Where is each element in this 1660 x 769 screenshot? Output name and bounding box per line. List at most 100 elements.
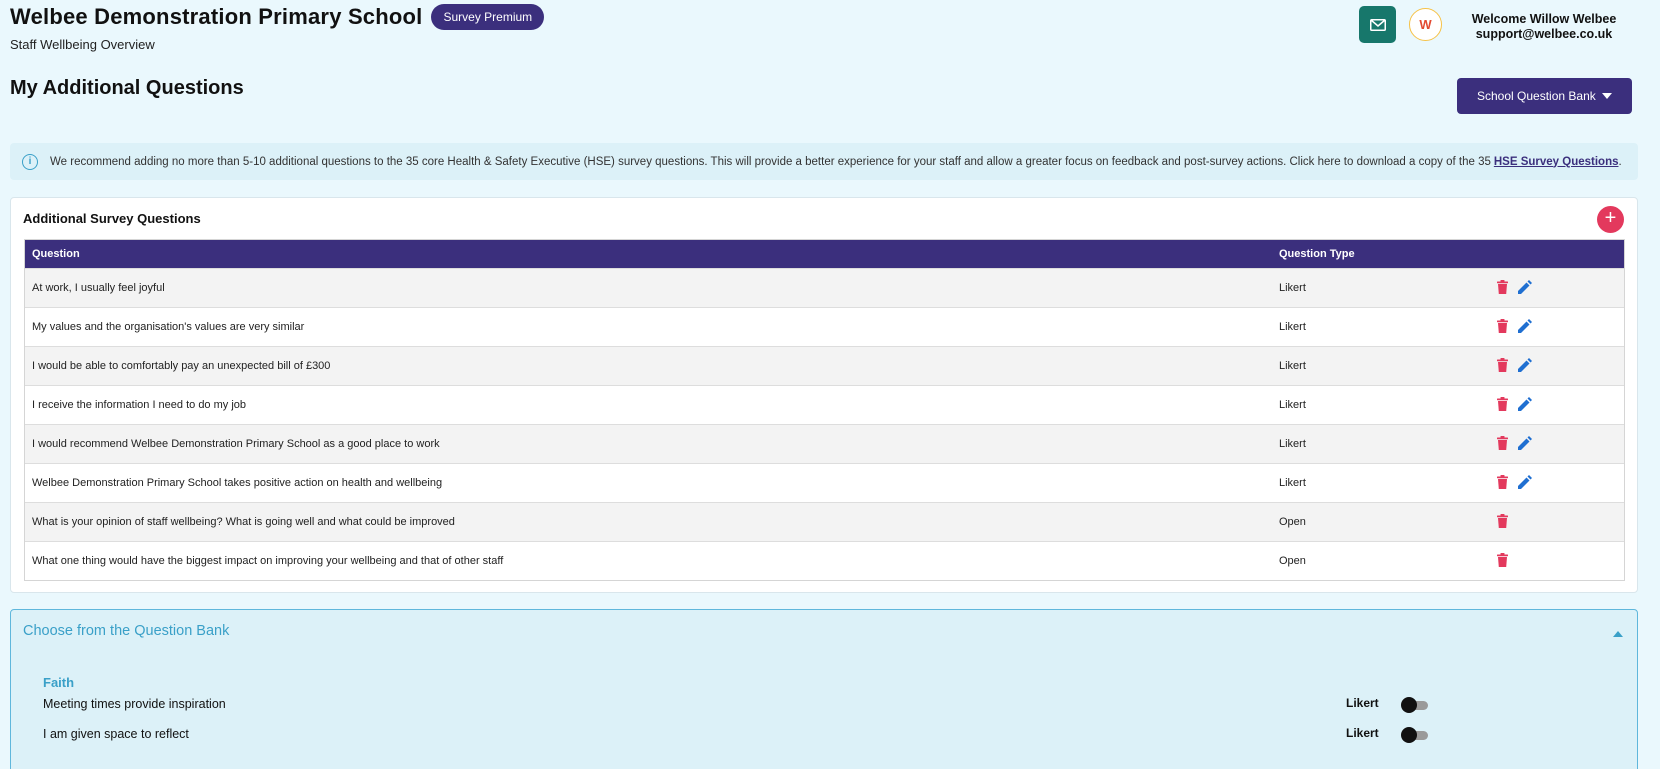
- card-title: Additional Survey Questions: [23, 211, 201, 226]
- bank-question-label: I am given space to reflect: [43, 727, 189, 741]
- table-row: What is your opinion of staff wellbeing?…: [25, 502, 1624, 541]
- list-item: Meeting times provide inspiration Likert: [43, 695, 1443, 715]
- trash-icon: [1497, 279, 1508, 294]
- trash-icon: [1497, 513, 1508, 528]
- page-subtitle: Staff Wellbeing Overview: [10, 37, 155, 52]
- toggle-knob: [1401, 727, 1417, 743]
- include-toggle[interactable]: [1401, 697, 1429, 713]
- delete-button[interactable]: [1497, 318, 1508, 336]
- avatar[interactable]: W: [1409, 8, 1442, 41]
- row-actions: [1497, 357, 1532, 375]
- hse-survey-questions-link[interactable]: HSE Survey Questions: [1494, 156, 1619, 168]
- bank-button-label: School Question Bank: [1477, 89, 1596, 103]
- add-question-button[interactable]: +: [1597, 206, 1624, 233]
- school-header: Welbee Demonstration Primary School Surv…: [10, 4, 545, 30]
- delete-button[interactable]: [1497, 279, 1508, 297]
- plan-badge: Survey Premium: [431, 4, 545, 30]
- question-text: What is your opinion of staff wellbeing?…: [32, 516, 455, 528]
- question-type: Open: [1279, 516, 1306, 528]
- pencil-icon: [1518, 357, 1532, 372]
- bank-question-type: Likert: [1346, 726, 1379, 740]
- table-row: I would be able to comfortably pay an un…: [25, 346, 1624, 385]
- table-row: What one thing would have the biggest im…: [25, 541, 1624, 580]
- delete-button[interactable]: [1497, 513, 1508, 531]
- info-icon: i: [22, 153, 38, 170]
- info-banner: i We recommend adding no more than 5-10 …: [10, 143, 1638, 180]
- trash-icon: [1497, 474, 1508, 489]
- question-bank-panel: Choose from the Question Bank Faith Meet…: [10, 609, 1638, 769]
- list-item: I am given space to reflect Likert: [43, 725, 1443, 745]
- pencil-icon: [1518, 474, 1532, 489]
- questions-table: Question Question Type At work, I usuall…: [24, 239, 1625, 581]
- caret-down-icon: [1602, 93, 1612, 99]
- edit-button[interactable]: [1518, 435, 1532, 453]
- table-row: I receive the information I need to do m…: [25, 385, 1624, 424]
- trash-icon: [1497, 318, 1508, 333]
- row-actions: [1497, 318, 1532, 336]
- edit-button[interactable]: [1518, 357, 1532, 375]
- edit-button[interactable]: [1518, 474, 1532, 492]
- question-type: Likert: [1279, 438, 1306, 450]
- pencil-icon: [1518, 435, 1532, 450]
- trash-icon: [1497, 435, 1508, 450]
- question-text: I would recommend Welbee Demonstration P…: [32, 438, 440, 450]
- column-header-question: Question: [32, 248, 80, 260]
- question-text: I would be able to comfortably pay an un…: [32, 360, 331, 372]
- mail-button[interactable]: [1359, 6, 1396, 43]
- question-text: I receive the information I need to do m…: [32, 399, 247, 411]
- row-actions: [1497, 474, 1532, 492]
- delete-button[interactable]: [1497, 552, 1508, 570]
- question-type: Likert: [1279, 399, 1306, 411]
- question-type: Open: [1279, 555, 1306, 567]
- table-row: My values and the organisation's values …: [25, 307, 1624, 346]
- table-row: Welbee Demonstration Primary School take…: [25, 463, 1624, 502]
- include-toggle[interactable]: [1401, 727, 1429, 743]
- info-text: We recommend adding no more than 5-10 ad…: [50, 156, 1622, 168]
- pencil-icon: [1518, 396, 1532, 411]
- table-header: Question Question Type: [25, 240, 1624, 268]
- trash-icon: [1497, 357, 1508, 372]
- row-actions: [1497, 396, 1532, 414]
- school-question-bank-dropdown[interactable]: School Question Bank: [1457, 78, 1632, 114]
- question-text: Welbee Demonstration Primary School take…: [32, 477, 443, 489]
- pencil-icon: [1518, 318, 1532, 333]
- school-name: Welbee Demonstration Primary School: [10, 4, 423, 29]
- mail-icon: [1369, 18, 1386, 31]
- row-actions: [1497, 435, 1532, 453]
- question-bank-title[interactable]: Choose from the Question Bank: [23, 623, 229, 639]
- bank-question-type: Likert: [1346, 696, 1379, 710]
- table-body: At work, I usually feel joyful Likert My v…: [25, 268, 1624, 580]
- table-row: At work, I usually feel joyful Likert: [25, 268, 1624, 307]
- question-type: Likert: [1279, 477, 1306, 489]
- chevron-up-icon[interactable]: [1613, 631, 1623, 637]
- info-suffix: .: [1618, 155, 1622, 168]
- edit-button[interactable]: [1518, 318, 1532, 336]
- column-header-type: Question Type: [1279, 248, 1355, 260]
- question-text: At work, I usually feel joyful: [32, 282, 165, 294]
- trash-icon: [1497, 552, 1508, 567]
- delete-button[interactable]: [1497, 396, 1508, 414]
- category-heading: Faith: [43, 675, 75, 690]
- page-title: My Additional Questions: [10, 77, 244, 99]
- question-type: Likert: [1279, 321, 1306, 333]
- trash-icon: [1497, 396, 1508, 411]
- delete-button[interactable]: [1497, 357, 1508, 375]
- question-text: What one thing would have the biggest im…: [32, 555, 504, 567]
- toggle-knob: [1401, 697, 1417, 713]
- row-actions: [1497, 279, 1532, 297]
- delete-button[interactable]: [1497, 474, 1508, 492]
- row-actions: [1497, 552, 1508, 570]
- user-welcome: Welcome Willow Welbee support@welbee.co.…: [1460, 12, 1628, 42]
- table-row: I would recommend Welbee Demonstration P…: [25, 424, 1624, 463]
- additional-questions-card: Additional Survey Questions + Question Q…: [10, 197, 1638, 593]
- edit-button[interactable]: [1518, 396, 1532, 414]
- row-actions: [1497, 513, 1508, 531]
- user-email: support@welbee.co.uk: [1475, 27, 1613, 41]
- question-type: Likert: [1279, 282, 1306, 294]
- edit-button[interactable]: [1518, 279, 1532, 297]
- info-message: We recommend adding no more than 5-10 ad…: [50, 155, 1491, 168]
- bank-question-label: Meeting times provide inspiration: [43, 697, 226, 711]
- question-text: My values and the organisation's values …: [32, 321, 305, 333]
- welcome-text: Welcome Willow Welbee: [1471, 12, 1617, 26]
- delete-button[interactable]: [1497, 435, 1508, 453]
